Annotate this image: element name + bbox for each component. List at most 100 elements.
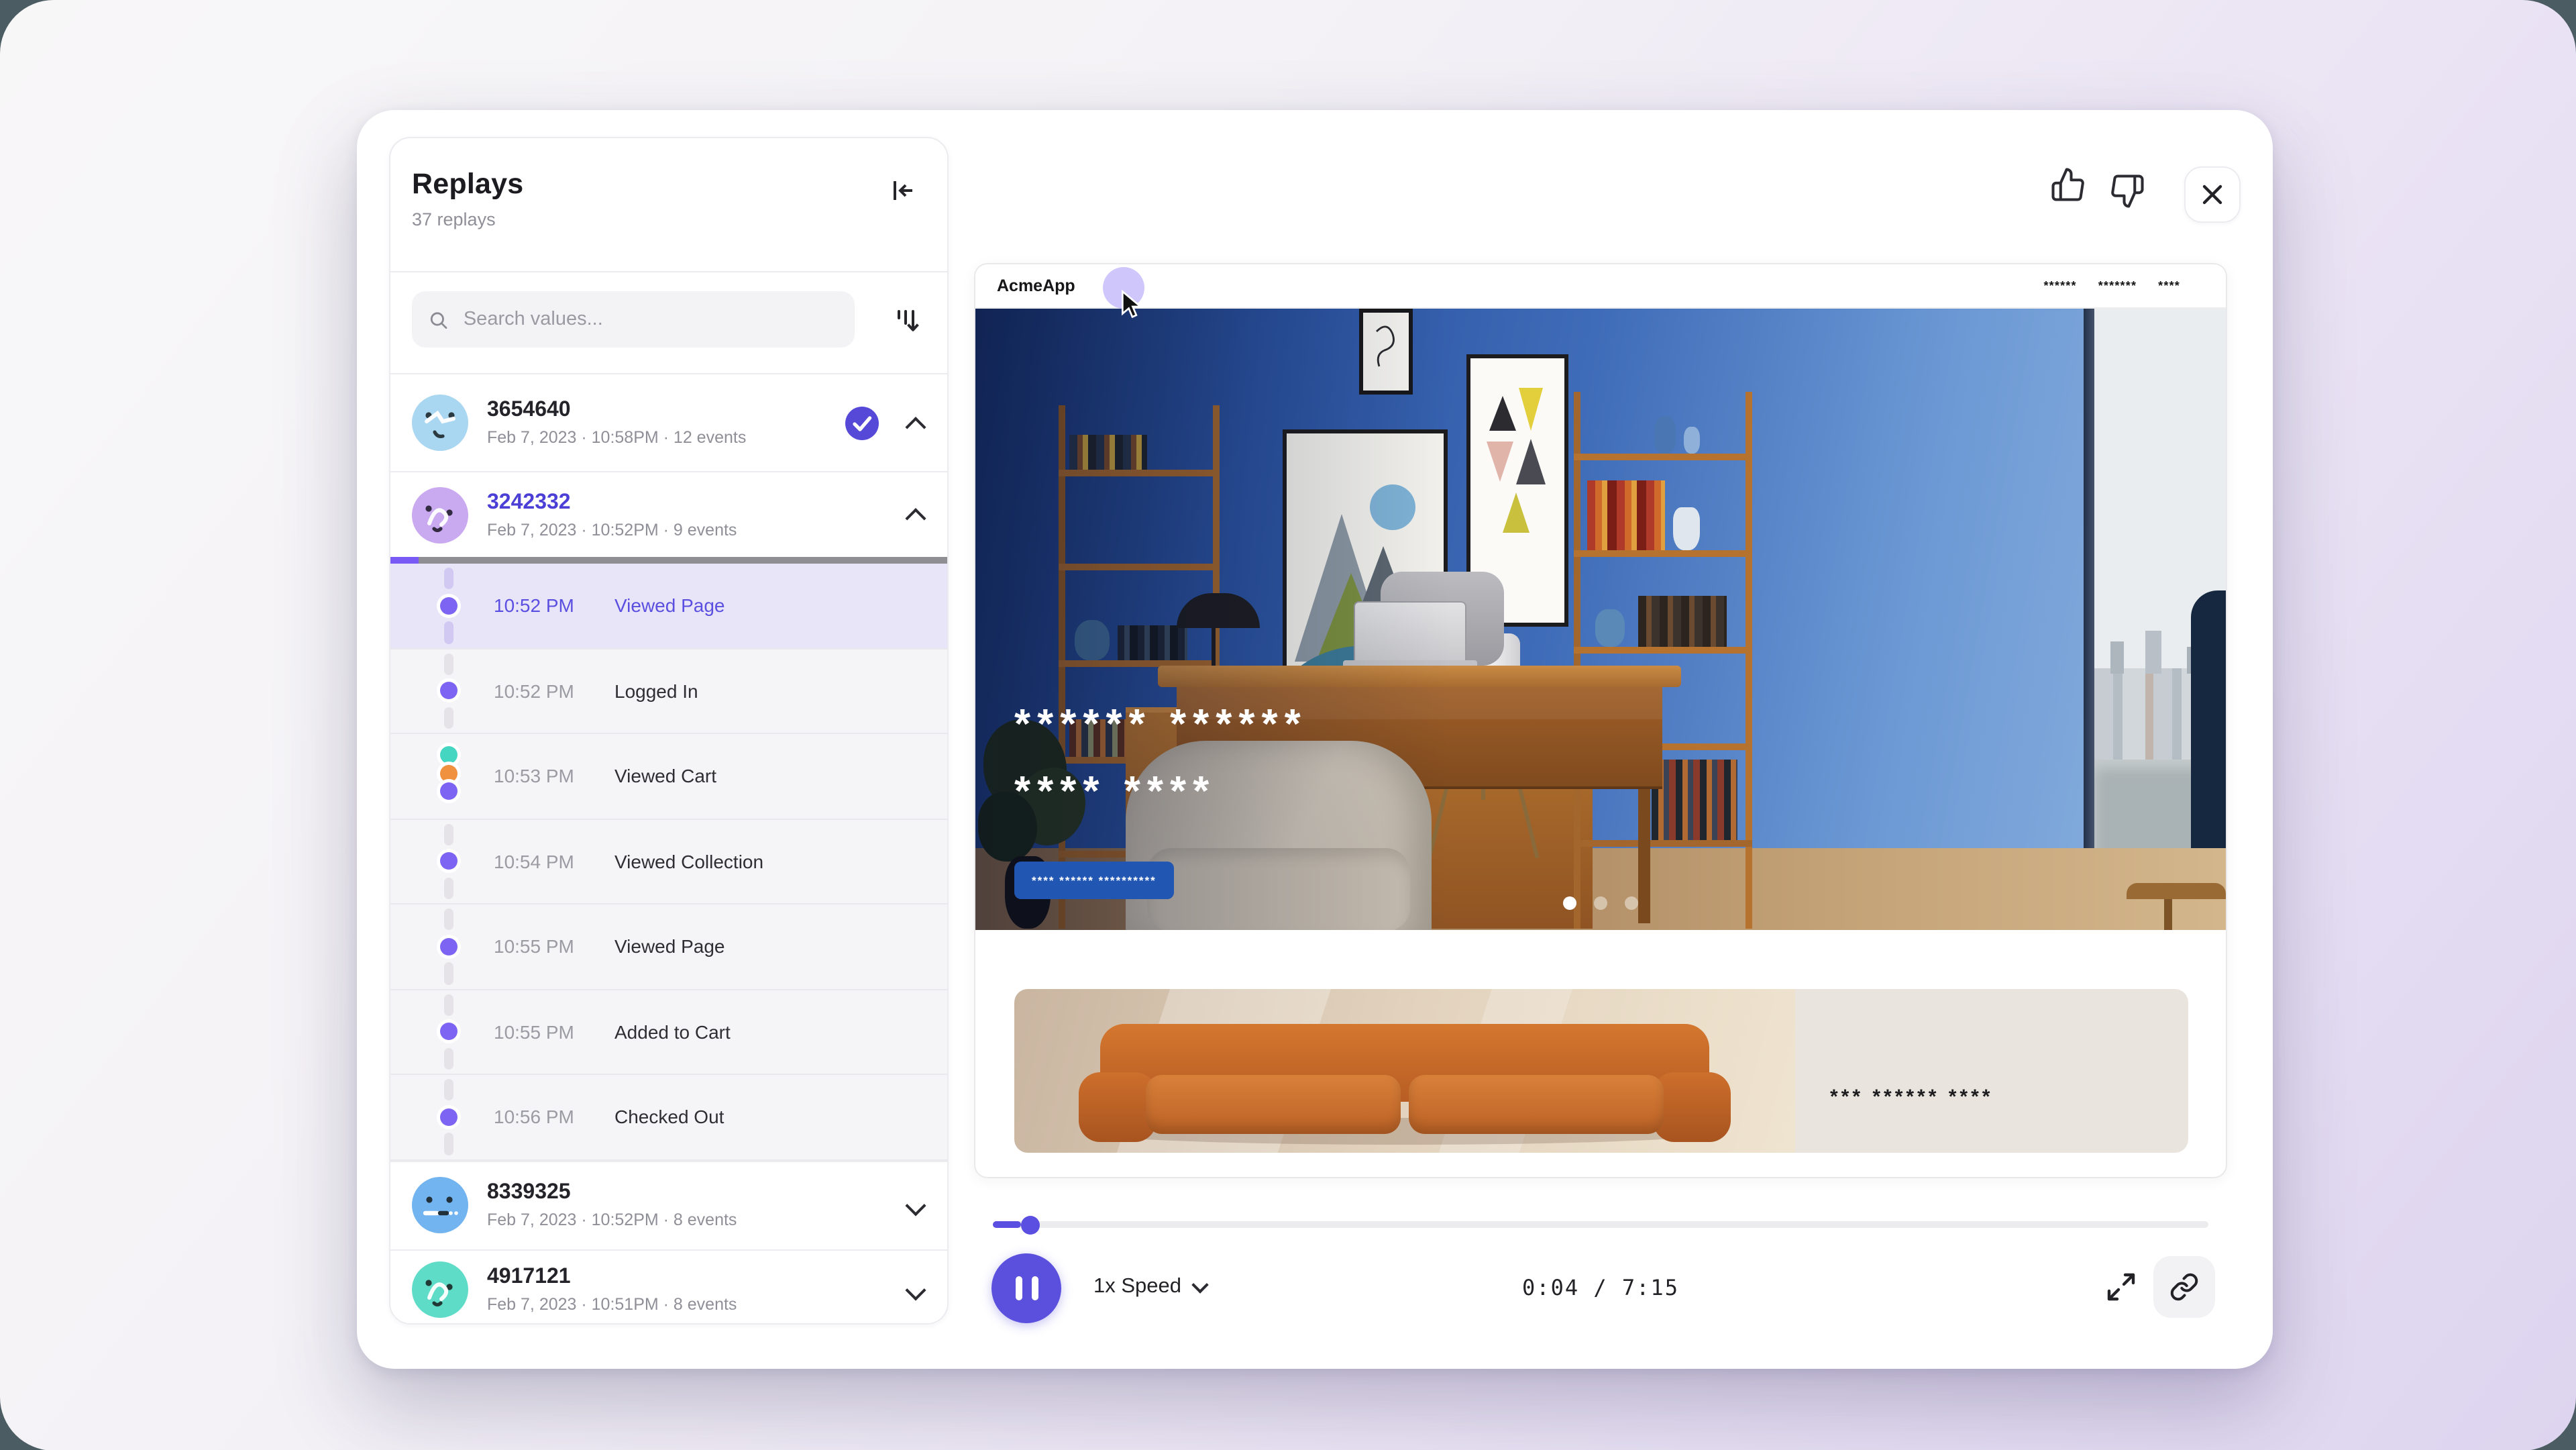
expand-icon bbox=[2105, 1271, 2137, 1303]
event-time: 10:54 PM bbox=[494, 851, 614, 872]
replay-count: 37 replays bbox=[412, 209, 926, 229]
close-icon bbox=[2200, 183, 2224, 207]
pause-button[interactable] bbox=[991, 1253, 1061, 1323]
event-dot bbox=[440, 682, 458, 700]
masked-nav-item: **** bbox=[2158, 279, 2180, 293]
event-row-viewed-cart[interactable]: 10:53 PM Viewed Cart bbox=[390, 734, 947, 819]
search-box[interactable] bbox=[412, 291, 855, 348]
event-time: 10:55 PM bbox=[494, 1021, 614, 1043]
carousel-dot[interactable] bbox=[1594, 896, 1607, 910]
session-info: 4917121 Feb 7, 2023 · 10:51PM · 8 events bbox=[487, 1265, 890, 1314]
time-display: 0:04 / 7:15 bbox=[1399, 1275, 1802, 1300]
couch-product-image bbox=[1014, 989, 1795, 1153]
event-label: Checked Out bbox=[614, 1106, 724, 1128]
event-dot bbox=[440, 853, 458, 870]
thumbs-up-button[interactable] bbox=[2050, 166, 2086, 203]
event-label: Viewed Page bbox=[614, 936, 725, 957]
session-info: 8339325 Feb 7, 2023 · 10:52PM · 8 events bbox=[487, 1181, 890, 1229]
feedback-controls bbox=[2050, 166, 2241, 223]
event-row-viewed-page-2[interactable]: 10:55 PM Viewed Page bbox=[390, 904, 947, 990]
collapse-sidebar-button[interactable] bbox=[888, 176, 918, 205]
session-meta: Feb 7, 2023 · 10:52PM · 9 events bbox=[487, 520, 890, 539]
close-button[interactable] bbox=[2184, 166, 2241, 223]
event-label: Viewed Page bbox=[614, 595, 725, 617]
search-section bbox=[390, 272, 947, 374]
playback-progress-bar[interactable] bbox=[993, 1221, 2208, 1228]
couch-cushion bbox=[1409, 1075, 1664, 1134]
link-icon bbox=[2169, 1272, 2199, 1302]
speed-selector[interactable]: 1x Speed bbox=[1093, 1275, 1205, 1299]
playback-progress-fill bbox=[993, 1221, 1021, 1228]
couch-cushion bbox=[1146, 1075, 1401, 1134]
check-badge-icon bbox=[845, 406, 879, 439]
event-label: Logged In bbox=[614, 680, 698, 702]
masked-cta-button[interactable]: **** ****** ********** bbox=[1014, 862, 1174, 899]
event-time: 10:56 PM bbox=[494, 1106, 614, 1128]
session-row-8339325[interactable]: 8339325 Feb 7, 2023 · 10:52PM · 8 events bbox=[390, 1160, 947, 1249]
carousel-dot-active[interactable] bbox=[1563, 896, 1576, 910]
session-meta: Feb 7, 2023 · 10:58PM · 12 events bbox=[487, 428, 826, 447]
session-playback-progress[interactable] bbox=[390, 557, 947, 564]
event-row-logged-in[interactable]: 10:52 PM Logged In bbox=[390, 649, 947, 734]
session-meta: Feb 7, 2023 · 10:51PM · 8 events bbox=[487, 1295, 890, 1314]
playback-progress-handle[interactable] bbox=[1021, 1216, 1040, 1235]
session-row-4917121[interactable]: 4917121 Feb 7, 2023 · 10:51PM · 8 events bbox=[390, 1249, 947, 1325]
event-label: Added to Cart bbox=[614, 1021, 731, 1043]
masked-cta-label: **** ****** ********** bbox=[1032, 874, 1157, 887]
chevron-down-icon[interactable] bbox=[905, 1279, 926, 1300]
event-row-viewed-collection[interactable]: 10:54 PM Viewed Collection bbox=[390, 819, 947, 904]
pause-icon bbox=[1015, 1276, 1022, 1300]
masked-nav-links: ****** ******* **** bbox=[2043, 264, 2180, 307]
speed-label: 1x Speed bbox=[1093, 1275, 1181, 1299]
thumbs-down-button[interactable] bbox=[2109, 173, 2145, 209]
sort-descending-icon bbox=[891, 305, 923, 337]
chevron-down-icon[interactable] bbox=[905, 1194, 926, 1215]
event-label: Viewed Cart bbox=[614, 766, 716, 787]
replay-hero-image: ****** ****** **** **** **** ****** ****… bbox=[975, 309, 2226, 930]
event-row-checked-out[interactable]: 10:56 PM Checked Out bbox=[390, 1075, 947, 1160]
avatar bbox=[412, 486, 468, 543]
chevron-up-icon[interactable] bbox=[905, 416, 926, 437]
sidebar-header: Replays 37 replays bbox=[390, 138, 947, 272]
carousel-dots bbox=[975, 896, 2226, 910]
search-input[interactable] bbox=[461, 307, 839, 331]
session-id: 3654640 bbox=[487, 399, 826, 423]
search-icon bbox=[428, 308, 449, 331]
masked-hero-heading-line2: **** **** bbox=[1014, 768, 1216, 816]
event-dot-teal bbox=[440, 747, 458, 764]
avatar bbox=[412, 395, 468, 451]
sort-button[interactable] bbox=[891, 305, 923, 337]
session-row-3654640[interactable]: 3654640 Feb 7, 2023 · 10:58PM · 12 event… bbox=[390, 374, 947, 471]
event-row-added-to-cart[interactable]: 10:55 PM Added to Cart bbox=[390, 990, 947, 1075]
session-info: 3654640 Feb 7, 2023 · 10:58PM · 12 event… bbox=[487, 399, 826, 447]
product-section: *** ****** **** bbox=[1014, 989, 2188, 1153]
avatar bbox=[412, 1261, 468, 1318]
event-row-viewed-page-1[interactable]: 10:52 PM Viewed Page bbox=[390, 564, 947, 649]
session-progress-fill bbox=[390, 557, 419, 564]
masked-product-text: *** ****** **** bbox=[1830, 1086, 1993, 1108]
product-text-panel: *** ****** **** bbox=[1795, 989, 2188, 1153]
event-time: 10:52 PM bbox=[494, 680, 614, 702]
stage: Replays 37 replays bbox=[0, 0, 2576, 1450]
replay-modal: Replays 37 replays bbox=[357, 110, 2273, 1369]
session-id: 3242332 bbox=[487, 490, 890, 515]
fullscreen-button[interactable] bbox=[2105, 1271, 2137, 1303]
event-dot-orange bbox=[440, 766, 458, 783]
masked-nav-item: ******* bbox=[2098, 279, 2137, 293]
event-label: Viewed Collection bbox=[614, 851, 763, 872]
event-time: 10:53 PM bbox=[494, 766, 614, 787]
replayed-app-topbar: AcmeApp ****** ******* **** bbox=[975, 264, 2226, 309]
session-row-3242332[interactable]: 3242332 Feb 7, 2023 · 10:52PM · 9 events bbox=[390, 471, 947, 557]
carousel-dot[interactable] bbox=[1625, 896, 1638, 910]
replay-viewport: AcmeApp ****** ******* **** bbox=[974, 263, 2227, 1178]
replayed-app-logo: AcmeApp bbox=[997, 276, 1075, 295]
session-id: 8339325 bbox=[487, 1181, 890, 1205]
page-title: Replays bbox=[412, 168, 926, 201]
event-dot bbox=[440, 1108, 458, 1126]
masked-nav-item: ****** bbox=[2043, 279, 2076, 293]
chevron-up-icon[interactable] bbox=[905, 508, 926, 529]
copy-link-button[interactable] bbox=[2153, 1256, 2215, 1318]
collapse-left-icon bbox=[888, 176, 918, 205]
event-dot bbox=[440, 938, 458, 955]
event-dot bbox=[440, 783, 458, 800]
